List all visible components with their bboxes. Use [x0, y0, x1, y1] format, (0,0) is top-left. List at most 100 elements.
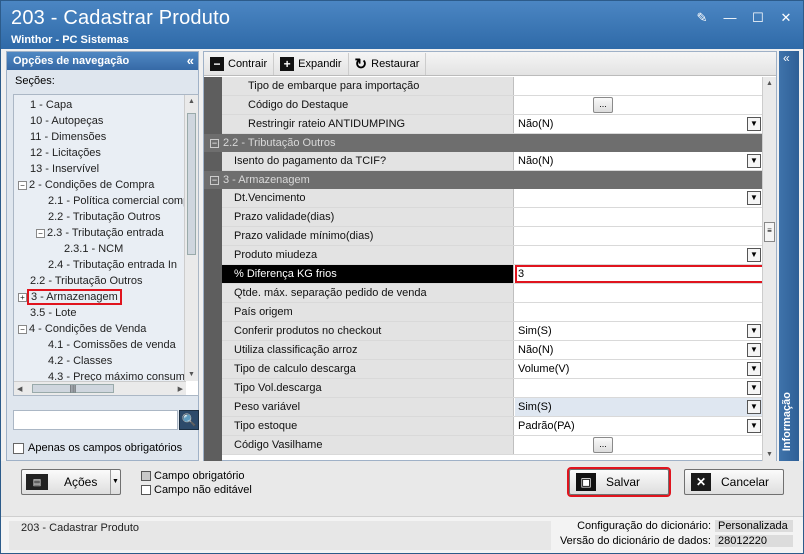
scroll-up-icon[interactable]: ▲ [188, 98, 195, 105]
tree-item[interactable]: 2.1 - Política comercial comp [48, 193, 186, 209]
magnifier-icon[interactable]: 🔍 [179, 410, 199, 430]
collapse-icon[interactable]: − [36, 228, 45, 238]
maximize-icon[interactable]: ☐ [751, 11, 765, 25]
tree-item[interactable]: 11 - Dimensões [30, 129, 106, 145]
property-input[interactable] [515, 208, 764, 226]
tree-item[interactable]: −4 - Condições de Venda [18, 321, 146, 337]
collapse-right-icon[interactable]: « [783, 51, 790, 65]
tree-item[interactable]: 12 - Licitações [30, 145, 101, 161]
tree-item[interactable]: 2.2 - Tributação Outros [48, 209, 161, 225]
scroll-down-icon[interactable]: ▼ [766, 451, 773, 458]
chevron-down-icon[interactable]: ▼ [747, 117, 761, 131]
expand-icon[interactable]: + [18, 292, 27, 302]
grid-row[interactable]: País origem [222, 303, 764, 322]
collapse-left-icon[interactable]: « [187, 52, 194, 70]
tree-hscroll-thumb[interactable]: ||| [32, 384, 114, 393]
property-select[interactable]: ▼ [515, 379, 764, 397]
contract-button[interactable]: − Contrair [204, 52, 275, 75]
property-select[interactable]: Volume(V) ▼ [515, 360, 764, 378]
tree-item[interactable]: 2.2 - Tributação Outros [30, 273, 143, 289]
chevron-down-icon[interactable]: ▼ [747, 381, 761, 395]
collapse-icon[interactable]: − [18, 324, 27, 334]
tree-item[interactable]: −2.3 - Tributação entrada [36, 225, 164, 241]
chevron-down-icon[interactable]: ▼ [747, 191, 761, 205]
scroll-up-icon[interactable]: ▲ [766, 80, 773, 87]
scroll-down-icon[interactable]: ▼ [188, 371, 195, 378]
collapse-icon[interactable]: − [18, 180, 27, 190]
property-input[interactable]: ... [515, 436, 764, 454]
chevron-down-icon[interactable]: ▼ [747, 400, 761, 414]
grid-row[interactable]: Restringir rateio ANTIDUMPING Não(N) ▼ [222, 115, 764, 134]
cancel-button[interactable]: ✕ Cancelar [684, 469, 784, 495]
chevron-down-icon[interactable]: ▼ [110, 470, 120, 494]
expand-button[interactable]: + Expandir [274, 52, 349, 75]
property-select[interactable]: ▼ [515, 246, 764, 264]
grid-row[interactable]: Conferir produtos no checkout Sim(S) ▼ [222, 322, 764, 341]
chevron-down-icon[interactable]: ▼ [747, 248, 761, 262]
only-required-checkbox[interactable]: Apenas os campos obrigatórios [13, 442, 182, 454]
grid-row[interactable]: Isento do pagamento da TCIF? Não(N) ▼ [222, 152, 764, 171]
chevron-down-icon[interactable]: ▼ [747, 324, 761, 338]
property-select[interactable]: Sim(S) ▼ [515, 398, 764, 416]
grid-row[interactable]: Tipo estoque Padrão(PA) ▼ [222, 417, 764, 436]
grid-row[interactable]: Código Vasilhame... [222, 436, 764, 455]
collapse-icon[interactable]: − [210, 175, 219, 185]
tree-item[interactable]: 4.1 - Comissões de venda [48, 337, 176, 353]
ellipsis-button[interactable]: ... [593, 97, 613, 113]
tree-item[interactable]: +3 - Armazenagem [18, 289, 122, 305]
grid-row[interactable]: Qtde. máx. separação pedido de venda [222, 284, 764, 303]
tree-vertical-scrollbar[interactable]: ▲ ▼ [184, 95, 198, 381]
property-select[interactable]: ▼ [515, 189, 764, 207]
property-select[interactable]: Não(N) ▼ [515, 152, 764, 170]
grid-vertical-scrollbar[interactable]: ▲ ≡ ▼ [762, 77, 776, 461]
grid-category[interactable]: −2.2 - Tributação Outros [204, 134, 764, 152]
edit-icon[interactable]: ✎ [695, 11, 709, 25]
chevron-down-icon[interactable]: ▼ [747, 419, 761, 433]
tree-item[interactable]: 2.3.1 - NCM [64, 241, 123, 257]
grid-row[interactable]: % Diferença KG frios 3 [222, 265, 764, 284]
grid-row[interactable]: Tipo Vol.descarga ▼ [222, 379, 764, 398]
actions-button[interactable]: ▤ Ações ▼ [21, 469, 121, 495]
property-input[interactable] [515, 227, 764, 245]
tree-horizontal-scrollbar[interactable]: ◀ ||| ▶ [14, 381, 186, 395]
collapse-icon[interactable]: − [210, 138, 219, 148]
grid-row[interactable]: Tipo de calculo descarga Volume(V) ▼ [222, 360, 764, 379]
property-select[interactable]: Sim(S) ▼ [515, 322, 764, 340]
save-button[interactable]: ▣ Salvar [567, 467, 671, 497]
ellipsis-button[interactable]: ... [593, 437, 613, 453]
grid-row[interactable]: Código do Destaque... [222, 96, 764, 115]
tree-item[interactable]: 4.2 - Classes [48, 353, 112, 369]
tree-item[interactable]: 2.4 - Tributação entrada In [48, 257, 177, 273]
grid-row[interactable]: Tipo de embarque para importação [222, 77, 764, 96]
restore-button[interactable]: ↻ Restaurar [349, 52, 427, 75]
tree-item[interactable]: 13 - Inservível [30, 161, 99, 177]
chevron-down-icon[interactable]: ▼ [747, 343, 761, 357]
tree-item[interactable]: −2 - Condições de Compra [18, 177, 154, 193]
chevron-down-icon[interactable]: ▼ [747, 154, 761, 168]
section-search-input[interactable] [13, 410, 178, 430]
tree-item[interactable]: 10 - Autopeças [30, 113, 103, 129]
chevron-down-icon[interactable]: ▼ [747, 362, 761, 376]
info-panel[interactable]: « Informação [779, 51, 799, 461]
grid-row[interactable]: Prazo validade mínimo(dias) [222, 227, 764, 246]
close-icon[interactable]: ✕ [779, 11, 793, 25]
property-input[interactable]: 3 [515, 265, 764, 283]
scroll-right-icon[interactable]: ▶ [178, 385, 183, 393]
grid-row[interactable]: Produto miudeza ▼ [222, 246, 764, 265]
tree-item[interactable]: 1 - Capa [30, 97, 72, 113]
grid-row[interactable]: Dt.Vencimento ▼ [222, 189, 764, 208]
grid-row[interactable]: Utiliza classificação arroz Não(N) ▼ [222, 341, 764, 360]
property-input[interactable] [515, 303, 764, 321]
tree-vscroll-thumb[interactable] [187, 113, 196, 255]
scroll-left-icon[interactable]: ◀ [17, 385, 22, 393]
property-select[interactable]: Padrão(PA) ▼ [515, 417, 764, 435]
property-input[interactable] [515, 77, 764, 95]
tree-item[interactable]: 4.3 - Preço máximo consum [48, 369, 185, 381]
grid-scroll-thumb[interactable]: ≡ [764, 222, 775, 242]
grid-row[interactable]: Peso variável Sim(S) ▼ [222, 398, 764, 417]
checkbox-icon[interactable] [13, 442, 24, 454]
minimize-icon[interactable]: — [723, 11, 737, 25]
tree-item[interactable]: 3.5 - Lote [30, 305, 76, 321]
property-input[interactable]: ... [515, 96, 764, 114]
property-select[interactable]: Não(N) ▼ [515, 341, 764, 359]
